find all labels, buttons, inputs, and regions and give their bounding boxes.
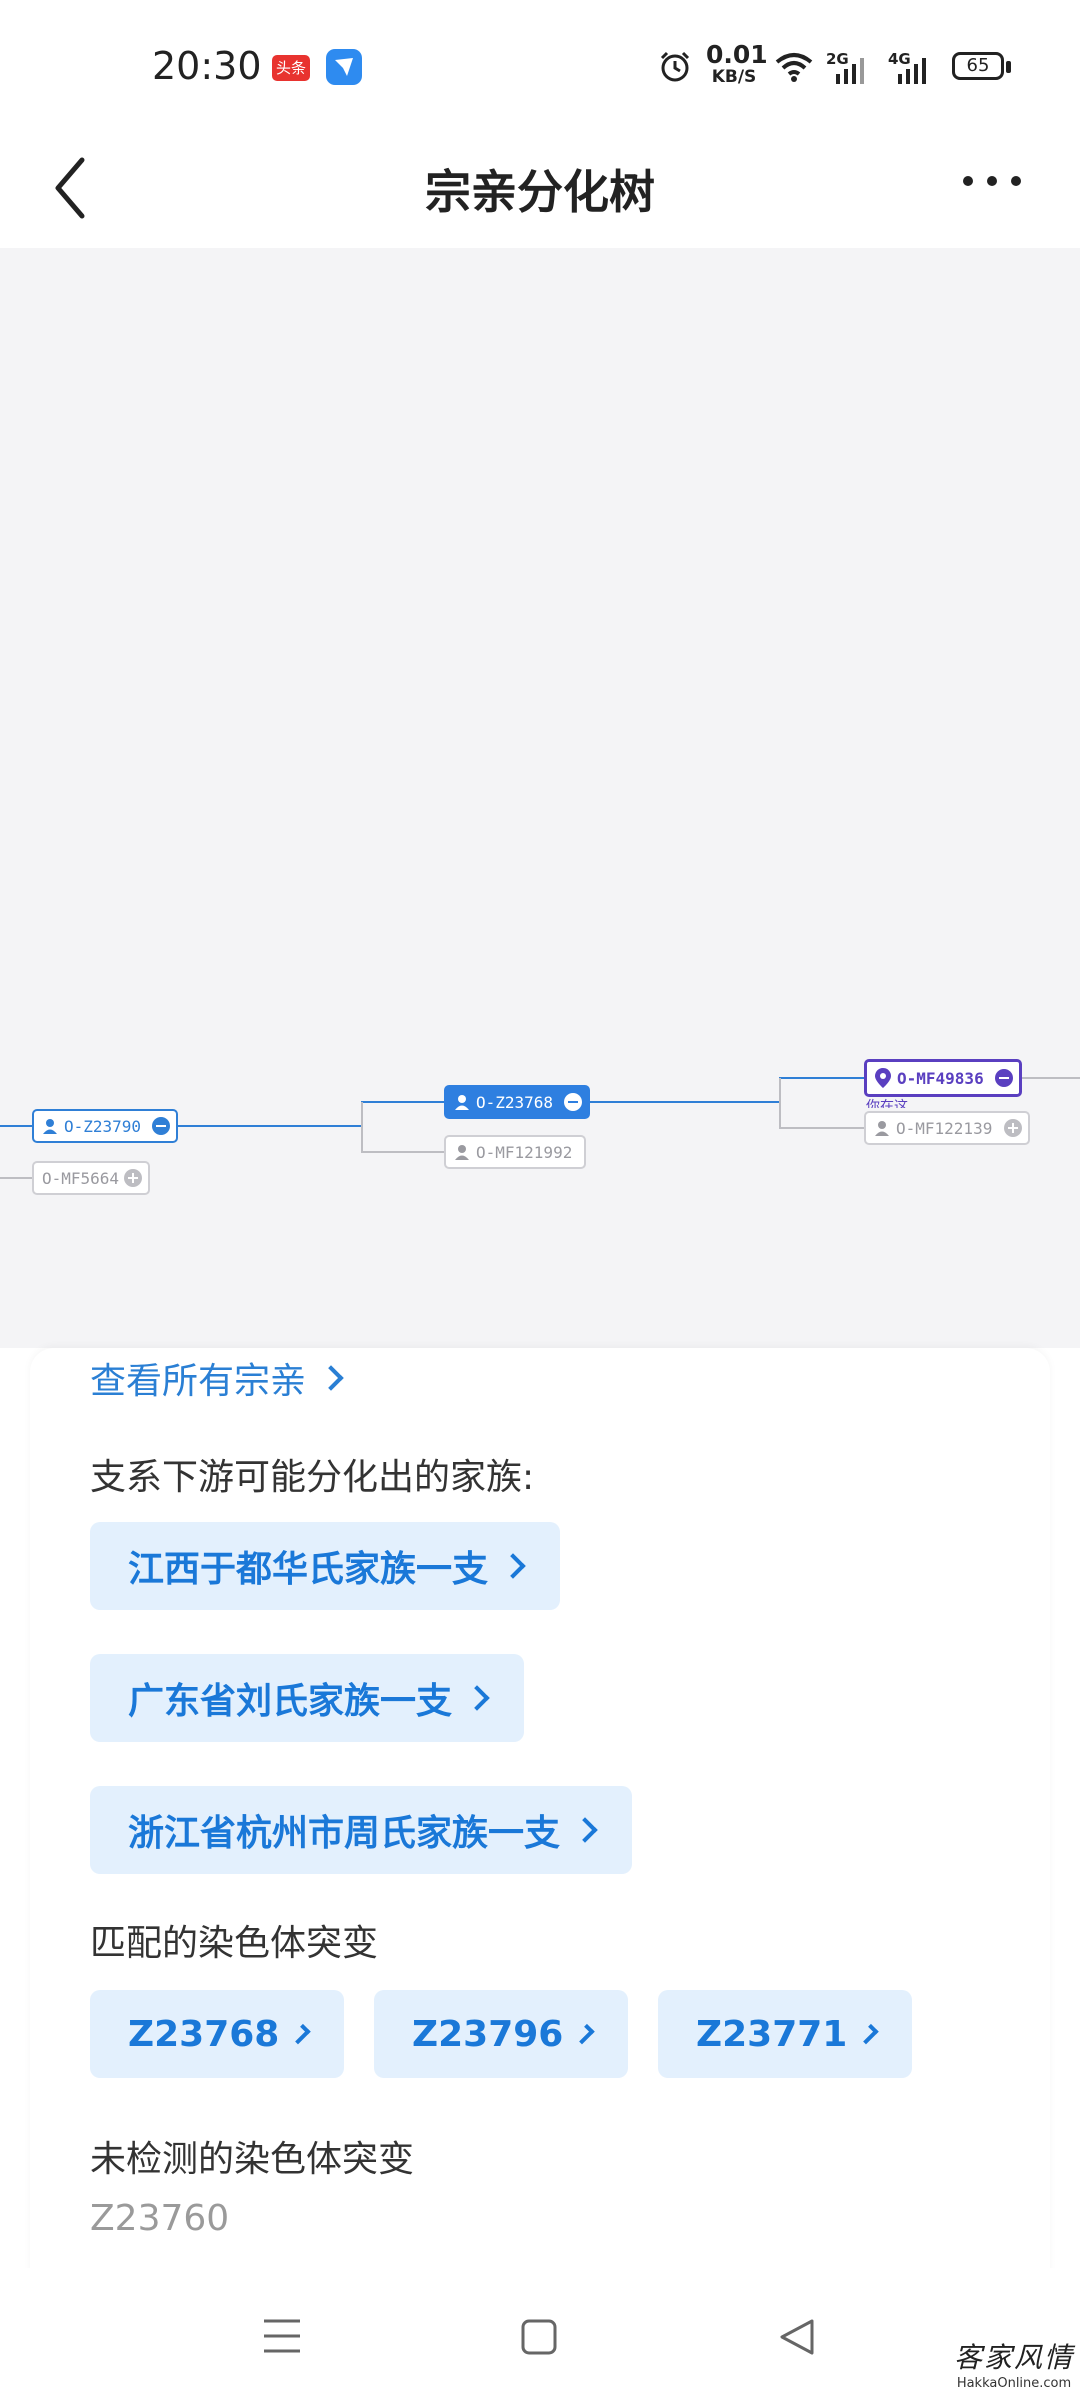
- chevron-right-icon: [290, 2023, 311, 2045]
- person-icon: [874, 1120, 890, 1136]
- person-icon: [454, 1094, 470, 1110]
- page-title: 宗亲分化树: [425, 165, 655, 219]
- collapse-icon[interactable]: [995, 1069, 1013, 1087]
- status-bar: 20:30 头条 0.01 KB/S 2G 4G 65: [0, 0, 1080, 130]
- tree-node-label: O-MF49836: [897, 1068, 984, 1088]
- battery-cap: [1006, 61, 1011, 73]
- expand-icon[interactable]: [1004, 1119, 1022, 1137]
- menu-icon[interactable]: [262, 2318, 302, 2354]
- view-all-relatives-link[interactable]: 查看所有宗亲: [90, 1346, 344, 1410]
- tree-node-you-are-here[interactable]: O-MF49836: [864, 1059, 1022, 1097]
- tree-node[interactable]: O-MF121992: [444, 1135, 586, 1169]
- alarm-icon: [660, 51, 690, 82]
- lineage-info-card: 查看所有宗亲 支系下游可能分化出的家族: 江西于都华氏家族一支 广东省刘氏家族一…: [30, 1348, 1050, 2400]
- message-app-icon: [326, 49, 362, 85]
- chevron-right-icon: [858, 2023, 879, 2045]
- tree-node-label: O-Z23790: [64, 1116, 142, 1136]
- chevron-right-icon: [574, 2023, 595, 2045]
- family-link[interactable]: 浙江省杭州市周氏家族一支: [90, 1786, 633, 1874]
- view-all-label: 查看所有宗亲: [90, 1361, 307, 1402]
- title-bar: 宗亲分化树: [0, 130, 1080, 248]
- home-icon[interactable]: [520, 2318, 558, 2356]
- system-navigation-bar: [0, 2268, 1080, 2400]
- back-nav-icon[interactable]: [778, 2318, 816, 2356]
- collapse-icon[interactable]: [564, 1093, 582, 1111]
- tree-node-label: O-MF121992: [476, 1142, 573, 1162]
- chevron-right-icon: [572, 1817, 598, 1843]
- watermark-title: 客家风情: [953, 2341, 1074, 2374]
- untested-mutations-title: 未检测的染色体突变: [90, 2139, 415, 2180]
- watermark: 客家风情 HakkaOnline.com: [948, 2336, 1080, 2391]
- tree-node-label: O-MF122139: [896, 1118, 993, 1138]
- watermark-url: HakkaOnline.com: [956, 2376, 1072, 2391]
- mutation-link-label: Z23796: [412, 2013, 564, 2055]
- chevron-right-icon: [500, 1553, 526, 1579]
- status-time: 20:30: [152, 44, 262, 88]
- wifi-icon: [775, 53, 813, 82]
- news-app-icon: 头条: [272, 55, 310, 81]
- tree-node-label: O-Z23768: [476, 1092, 554, 1112]
- family-link-label: 江西于都华氏家族一支: [128, 1549, 489, 1590]
- person-icon: [42, 1118, 58, 1134]
- battery-icon: 65: [952, 52, 1004, 80]
- chevron-right-icon: [318, 1365, 344, 1391]
- location-pin-icon: [875, 1068, 891, 1088]
- family-link-label: 广东省刘氏家族一支: [128, 1681, 453, 1722]
- you-are-here-label: 你在这: [866, 1099, 908, 1108]
- expand-icon[interactable]: [124, 1169, 142, 1187]
- collapse-icon[interactable]: [152, 1117, 170, 1135]
- mutation-link[interactable]: Z23768: [90, 1990, 344, 2078]
- tree-node-selected[interactable]: O-Z23768: [444, 1085, 590, 1119]
- chevron-right-icon: [464, 1685, 490, 1711]
- family-link[interactable]: 广东省刘氏家族一支: [90, 1654, 525, 1742]
- family-link-label: 浙江省杭州市周氏家族一支: [128, 1813, 561, 1854]
- family-link[interactable]: 江西于都华氏家族一支: [90, 1522, 561, 1610]
- haplogroup-tree-canvas[interactable]: O-Z23790 O-MF5664 O-Z23768 O-MF121992 O-…: [0, 248, 1080, 1348]
- mutation-link-label: Z23771: [696, 2013, 848, 2055]
- tree-node[interactable]: O-MF5664: [32, 1161, 150, 1195]
- person-icon: [454, 1144, 470, 1160]
- mutation-link-label: Z23768: [128, 2013, 280, 2055]
- matched-mutations-title: 匹配的染色体突变: [90, 1923, 379, 1964]
- tree-node[interactable]: O-Z23790: [32, 1109, 178, 1143]
- untested-mutation: Z23760: [90, 2198, 230, 2239]
- downstream-families-title: 支系下游可能分化出的家族:: [90, 1457, 535, 1498]
- mutation-link[interactable]: Z23771: [658, 1990, 912, 2078]
- tree-connectors: [0, 1077, 1080, 1179]
- tree-node[interactable]: O-MF122139: [864, 1111, 1030, 1145]
- more-options-icon[interactable]: [960, 174, 1024, 188]
- tree-node-label: O-MF5664: [42, 1168, 120, 1188]
- network-speed: 0.01 KB/S: [706, 40, 768, 87]
- mutation-link[interactable]: Z23796: [374, 1990, 628, 2078]
